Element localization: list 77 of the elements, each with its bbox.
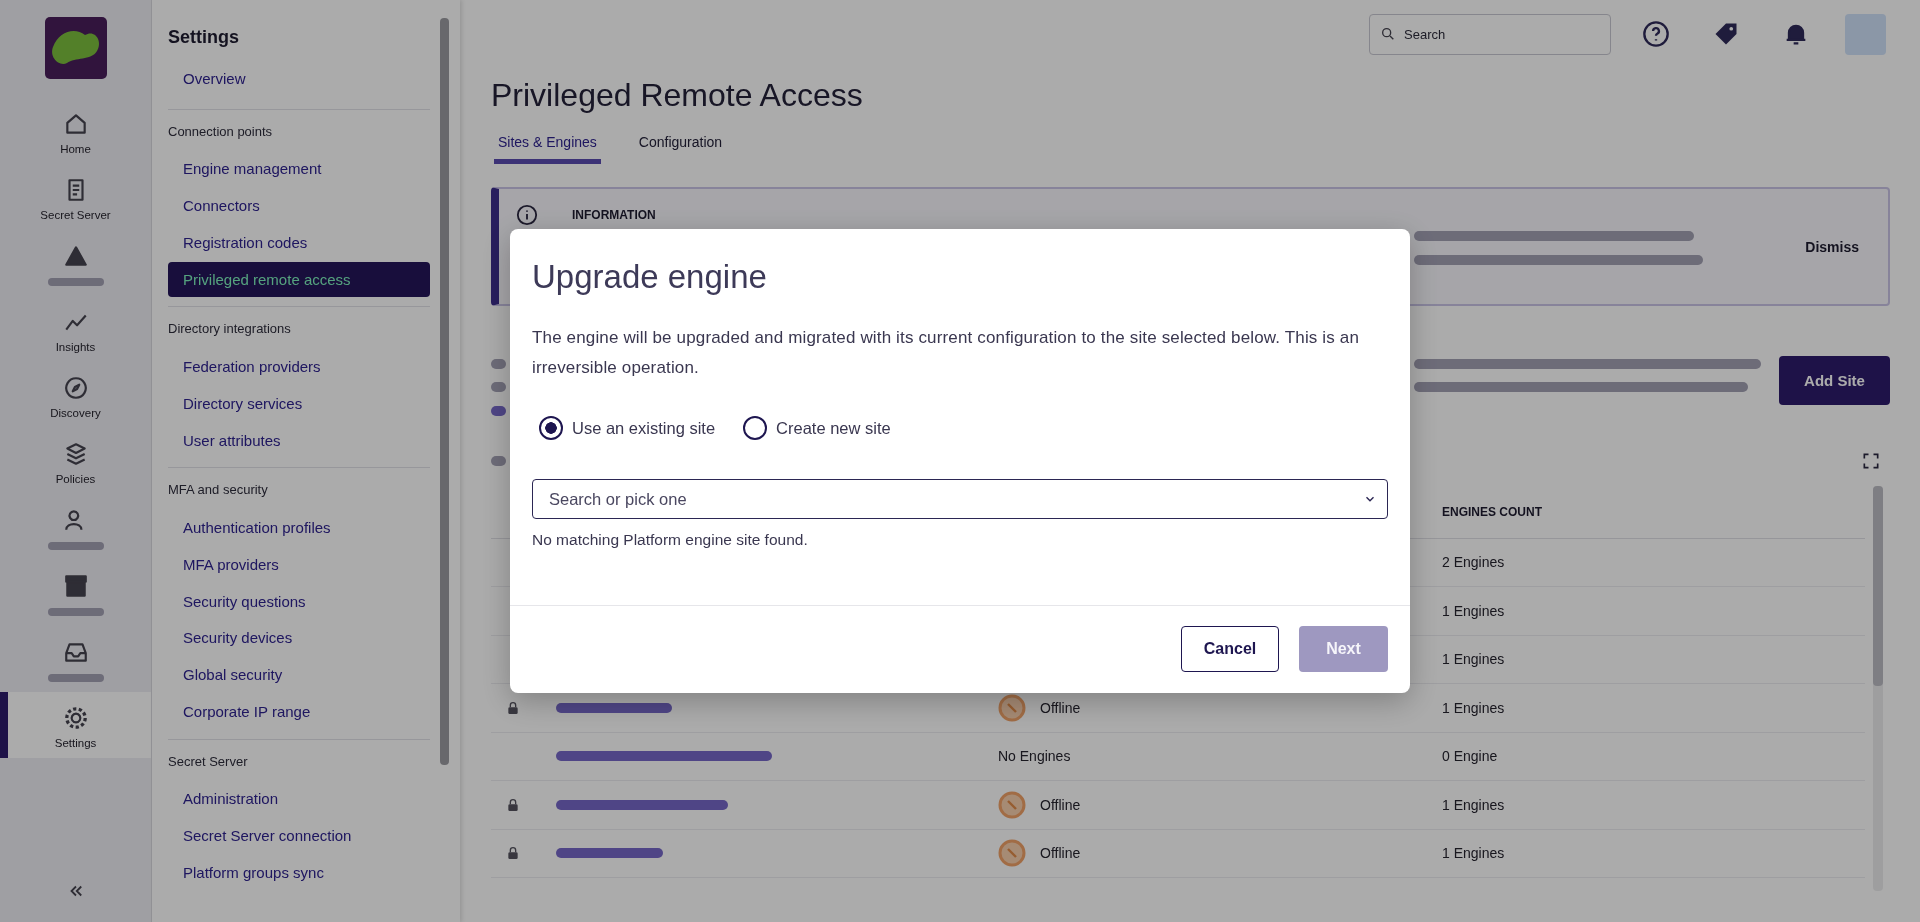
link-placeholder[interactable] xyxy=(491,405,506,416)
column-header: ENGINES COUNT xyxy=(1442,505,1542,519)
status-text: Offline xyxy=(1040,845,1081,862)
sidebar-item[interactable]: MFA providers xyxy=(168,546,430,582)
scrollbar-track[interactable] xyxy=(1873,485,1883,891)
info-icon xyxy=(516,204,538,226)
sidebar-item[interactable]: Secret Server connection xyxy=(168,818,430,853)
search-field[interactable]: Search xyxy=(1369,13,1611,55)
nav-item[interactable]: Policies xyxy=(0,428,151,494)
scrollbar-thumb[interactable] xyxy=(1873,485,1883,686)
table-cell: 1 Engines xyxy=(1442,651,1505,668)
link-placeholder[interactable] xyxy=(556,702,672,713)
sidebar-title: Settings xyxy=(168,26,240,49)
logo-icon[interactable] xyxy=(44,17,107,79)
nav-item[interactable]: Secret Server xyxy=(0,164,151,230)
link-placeholder[interactable] xyxy=(556,848,663,859)
status-text: Offline xyxy=(1040,796,1081,813)
table-cell: 2 Engines xyxy=(1442,554,1505,571)
search-icon xyxy=(1380,26,1396,42)
sidebar-item[interactable]: Connectors xyxy=(168,188,430,223)
helper-text: No matching Platform engine site found. xyxy=(532,530,809,550)
sidebar-item[interactable]: Security questions xyxy=(168,583,430,619)
text-placeholder xyxy=(47,608,104,616)
table-cell: 1 Engines xyxy=(1442,796,1505,813)
table-cell: 1 Engines xyxy=(1442,699,1505,716)
sidebar-item[interactable]: Directory services xyxy=(168,385,430,421)
sidebar-item[interactable]: Platform groups sync xyxy=(168,854,430,890)
text-placeholder xyxy=(47,542,104,550)
nav-item[interactable]: Insights xyxy=(0,296,151,362)
sidebar-item[interactable]: Security devices xyxy=(168,620,430,656)
dialog-title: Upgrade engine xyxy=(532,257,768,297)
sidebar-item[interactable]: Registration codes xyxy=(168,224,430,260)
section-heading: Connection points xyxy=(168,122,274,141)
section-heading: Directory integrations xyxy=(168,320,292,339)
text-placeholder xyxy=(47,674,104,682)
table-cell: 1 Engines xyxy=(1442,602,1505,619)
cancel-button[interactable]: Cancel xyxy=(1181,626,1279,672)
table-cell: 0 Engine xyxy=(1442,748,1498,765)
tab[interactable]: Sites & Engines xyxy=(494,124,601,164)
dismiss-button[interactable]: Dismiss xyxy=(1805,238,1859,255)
nav-item[interactable]: Home xyxy=(0,98,151,164)
text-placeholder xyxy=(491,358,506,369)
radio-option[interactable]: Create new site xyxy=(743,416,891,440)
add-site-button[interactable]: Add Site xyxy=(1779,356,1890,405)
page-title: Privileged Remote Access xyxy=(491,76,864,114)
banner-heading: INFORMATION xyxy=(572,207,657,224)
sidebar-item[interactable]: Corporate IP range xyxy=(168,693,430,729)
section-heading: MFA and security xyxy=(168,481,269,500)
tab[interactable]: Configuration xyxy=(634,124,727,164)
sidebar-item[interactable]: Privileged remote access xyxy=(168,261,430,297)
sidebar-item[interactable]: Engine management xyxy=(168,151,430,187)
scrollbar-thumb[interactable] xyxy=(440,18,449,765)
nav-item[interactable]: Settings xyxy=(0,692,151,758)
compass-icon xyxy=(62,375,89,401)
sidebar-item[interactable]: Federation providers xyxy=(168,349,430,384)
sidebar-item[interactable]: Global security xyxy=(168,657,430,692)
table-cell: 1 Engines xyxy=(1442,845,1505,862)
sidebar-item[interactable]: User attributes xyxy=(168,422,430,458)
help-icon[interactable] xyxy=(1642,20,1670,48)
radio-option[interactable]: Use an existing site xyxy=(539,416,716,440)
settings-icon xyxy=(62,705,89,731)
link-placeholder[interactable] xyxy=(556,799,728,810)
box-icon xyxy=(62,573,89,599)
nav-item[interactable]: Discovery xyxy=(0,362,151,428)
link-placeholder[interactable] xyxy=(556,751,772,762)
status-text: No Engines xyxy=(998,748,1071,765)
site-select[interactable]: Search or pick one xyxy=(532,479,1388,519)
status-text: Offline xyxy=(1040,699,1081,716)
triangle-icon xyxy=(62,243,89,269)
text-placeholder xyxy=(491,455,506,466)
sidebar-item[interactable]: Authentication profiles xyxy=(168,510,430,545)
text-placeholder xyxy=(491,382,506,393)
sidebar-item[interactable]: Administration xyxy=(168,781,430,817)
sidebar-item[interactable]: Overview xyxy=(168,60,430,96)
dialog-message: The engine will be upgraded and migrated with its current configuration to the site selected below. This is an irreversible operation. xyxy=(532,327,1360,379)
section-heading: Secret Server xyxy=(168,752,249,771)
text-placeholder xyxy=(47,278,104,286)
